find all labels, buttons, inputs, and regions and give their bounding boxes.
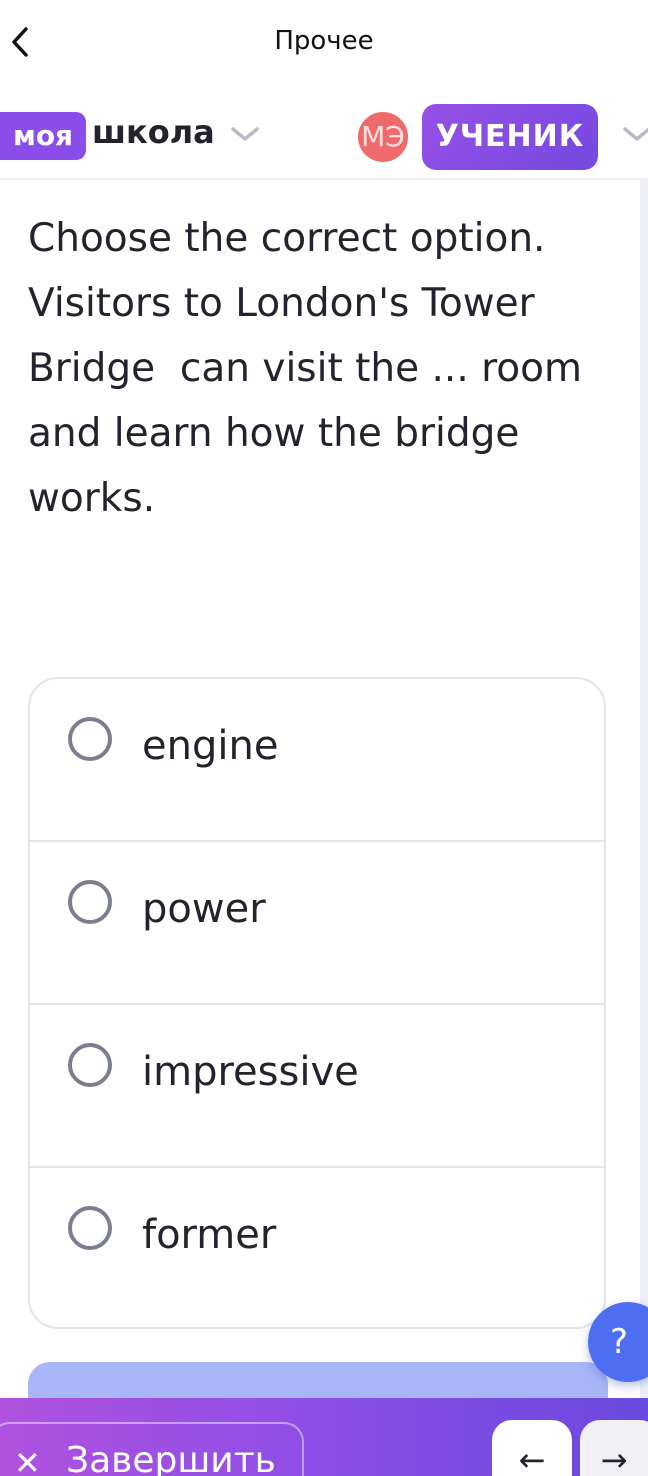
option-impressive[interactable]: impressive <box>30 1005 604 1168</box>
radio-button[interactable] <box>68 1043 112 1087</box>
answer-options: engine power impressive former <box>28 677 606 1329</box>
chevron-down-icon[interactable] <box>228 124 262 148</box>
logo-badge[interactable]: моя <box>0 112 86 160</box>
option-label: impressive <box>142 1049 359 1095</box>
option-power[interactable]: power <box>30 842 604 1005</box>
question-text: Choose the correct option. Visitors to L… <box>28 216 583 521</box>
radio-button[interactable] <box>68 717 112 761</box>
finish-button[interactable]: ✕ Завершить <box>0 1422 304 1476</box>
option-label: engine <box>142 723 279 769</box>
arrow-left-icon: ← <box>518 1441 546 1476</box>
finish-label: Завершить <box>66 1440 276 1476</box>
next-button[interactable]: → <box>580 1420 648 1476</box>
page-title: Прочее <box>274 26 374 56</box>
top-bar: Прочее <box>0 0 648 86</box>
scrollbar[interactable] <box>640 178 648 1398</box>
radio-button[interactable] <box>68 1206 112 1250</box>
avatar[interactable]: МЭ <box>358 112 408 162</box>
option-label: former <box>142 1212 277 1258</box>
page: Прочее моя школа МЭ УЧЕНИК Choose the co… <box>0 0 648 1476</box>
arrow-right-icon: → <box>600 1441 628 1476</box>
option-former[interactable]: former <box>30 1168 604 1327</box>
previous-button[interactable]: ← <box>492 1420 572 1476</box>
close-icon: ✕ <box>14 1444 41 1476</box>
logo-text[interactable]: школа <box>92 113 215 151</box>
radio-button[interactable] <box>68 880 112 924</box>
option-label: power <box>142 886 266 932</box>
role-badge[interactable]: УЧЕНИК <box>422 104 598 170</box>
chevron-down-icon[interactable] <box>620 124 648 148</box>
option-engine[interactable]: engine <box>30 679 604 842</box>
